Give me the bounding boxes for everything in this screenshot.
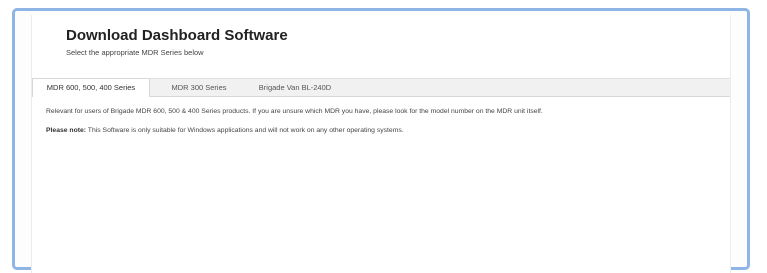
page-subtitle: Select the appropriate MDR Series below bbox=[66, 48, 204, 57]
tab-label: Brigade Van BL-240D bbox=[258, 83, 332, 92]
series-tabs: MDR 600, 500, 400 Series MDR 300 Series … bbox=[32, 78, 730, 97]
tab-label: MDR 600, 500, 400 Series bbox=[46, 83, 136, 92]
tab-mdr-300[interactable]: MDR 300 Series bbox=[158, 79, 240, 97]
note-label: Please note: bbox=[46, 127, 87, 134]
tab-brigade-van-bl-240d[interactable]: Brigade Van BL-240D bbox=[244, 79, 346, 97]
page-title: Download Dashboard Software bbox=[66, 27, 288, 44]
compatibility-note: Please note: This Software is only suita… bbox=[46, 127, 404, 134]
tab-mdr-600-500-400[interactable]: MDR 600, 500, 400 Series bbox=[32, 78, 150, 97]
note-text: This Software is only suitable for Windo… bbox=[86, 127, 404, 134]
page-frame: Download Dashboard Software Select the a… bbox=[12, 8, 750, 273]
tab-label: MDR 300 Series bbox=[171, 83, 227, 92]
relevance-text: Relevant for users of Brigade MDR 600, 5… bbox=[46, 108, 543, 115]
content-panel: Download Dashboard Software Select the a… bbox=[31, 15, 731, 273]
